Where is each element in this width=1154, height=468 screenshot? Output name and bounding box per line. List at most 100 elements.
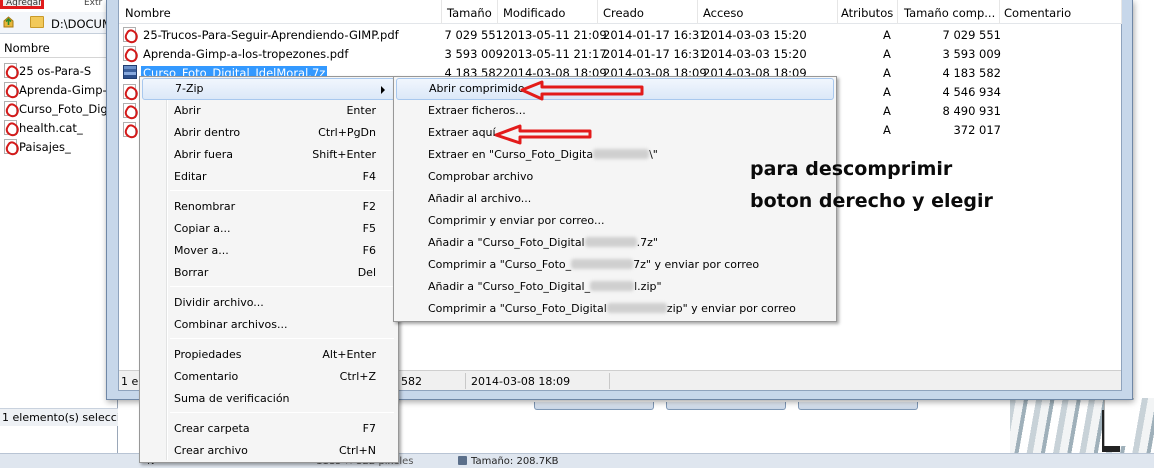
- file-modified: 2013-05-11 21:17: [503, 47, 607, 61]
- menu-item-label: Crear carpeta: [174, 422, 250, 435]
- column-header-4[interactable]: Acceso: [703, 6, 743, 20]
- column-header-6[interactable]: Tamaño comp...: [904, 6, 995, 20]
- submenu-item-2[interactable]: Extraer aquí: [396, 122, 834, 144]
- menu-item-editar[interactable]: Editar F4: [142, 166, 396, 188]
- submenu-item-9[interactable]: Añadir a "Curso_Foto_Digital_ l.zip": [396, 276, 834, 298]
- file-created: 2014-01-17 16:31: [603, 28, 707, 42]
- background-file-row[interactable]: Aprenda-Gimp-a: [0, 80, 118, 99]
- status-date: 2014-03-08 18:09: [471, 375, 571, 388]
- column-header-row: Nombre Tamaño Modificado Creado Acceso Atribu…: [119, 0, 1122, 24]
- background-scrollbar[interactable]: [1104, 400, 1134, 446]
- column-header-3[interactable]: Creado: [603, 6, 644, 20]
- column-header-0[interactable]: Nombre: [125, 6, 171, 20]
- column-header-1[interactable]: Tamaño: [447, 6, 492, 20]
- background-file-row[interactable]: Curso_Foto_Digit: [0, 99, 118, 118]
- submenu-item-label: Comprimir a "Curso_Foto_ 7z" y enviar por…: [428, 254, 759, 276]
- pdf-file-icon: [123, 122, 136, 137]
- file-packed-size: 8 490 931: [942, 104, 1001, 118]
- submenu-item-8[interactable]: Comprimir a "Curso_Foto_ 7z" y enviar por…: [396, 254, 834, 276]
- menu-item-combinar-archivos[interactable]: Combinar archivos...: [142, 314, 396, 336]
- submenu-arrow-icon: [381, 86, 385, 94]
- menu-item-label: Crear archivo: [174, 444, 248, 457]
- file-size: 3 593 009: [444, 47, 503, 61]
- submenu-item-label: Añadir a "Curso_Foto_Digital .7z": [428, 232, 658, 254]
- pdf-file-icon: [4, 139, 17, 154]
- menu-item-copiar-a[interactable]: Copiar a... F5: [142, 218, 396, 240]
- menu-item-shortcut: F4: [362, 170, 376, 183]
- file-name: Aprenda-Gimp-a-los-tropezones.pdf: [143, 47, 349, 61]
- menu-item-shortcut: Ctrl+PgDn: [318, 126, 376, 139]
- background-status-bar: 1 elemento(s) seleccionado: [0, 408, 118, 426]
- background-file-row[interactable]: health.cat_: [0, 118, 118, 137]
- menu-item-label: Dividir archivo...: [174, 296, 264, 309]
- path-field[interactable]: D:\DOCUM: [51, 17, 112, 31]
- menu-item-abrir-dentro[interactable]: Abrir dentro Ctrl+PgDn: [142, 122, 396, 144]
- column-header-2[interactable]: Modificado: [503, 6, 565, 20]
- agregar-button[interactable]: Agregar: [0, 0, 44, 9]
- redacted-text: [590, 281, 635, 291]
- file-packed-size: 4 546 934: [942, 85, 1001, 99]
- background-file-row[interactable]: Paisajes_: [0, 137, 118, 156]
- menu-item-shortcut: Del: [357, 266, 376, 279]
- status-size: 582: [401, 375, 422, 388]
- submenu-label-end: 7z" y enviar por correo: [633, 258, 760, 271]
- file-packed-size: 3 593 009: [942, 47, 1001, 61]
- submenu-item-10[interactable]: Comprimir a "Curso_Foto_Digital zip" y en…: [396, 298, 834, 320]
- menu-item-7-zip[interactable]: 7-Zip: [142, 78, 396, 100]
- file-accessed: 2014-03-03 15:20: [703, 28, 807, 42]
- submenu-item-1[interactable]: Extraer ficheros...: [396, 100, 834, 122]
- background-file-name: health.cat_: [19, 120, 83, 135]
- red-arrow-abrir-comprimido: [520, 80, 644, 101]
- menu-item-comentario[interactable]: Comentario Ctrl+Z: [142, 366, 396, 388]
- submenu-item-label: Añadir a "Curso_Foto_Digital_ l.zip": [428, 276, 662, 298]
- menu-item-crear-carpeta[interactable]: Crear carpeta F7: [142, 418, 396, 440]
- menu-item-shortcut: Enter: [346, 104, 376, 117]
- extraer-button[interactable]: Extr: [84, 0, 102, 8]
- submenu-item-label: Comprimir a "Curso_Foto_Digital zip" y en…: [428, 298, 796, 320]
- menu-item-abrir-fuera[interactable]: Abrir fuera Shift+Enter: [142, 144, 396, 166]
- menu-item-renombrar[interactable]: Renombrar F2: [142, 196, 396, 218]
- menu-item-label: Abrir dentro: [174, 126, 241, 139]
- menu-item-borrar[interactable]: Borrar Del: [142, 262, 396, 284]
- file-packed-size: 372 017: [953, 123, 1001, 137]
- menu-item-shortcut: F6: [362, 244, 376, 257]
- submenu-label-end: .7z": [636, 236, 658, 249]
- menu-item-label: Renombrar: [174, 200, 236, 213]
- menu-item-label: Suma de verificación: [174, 392, 290, 405]
- menu-item-mover-a[interactable]: Mover a... F6: [142, 240, 396, 262]
- file-attributes: A: [883, 104, 891, 118]
- menu-item-shortcut: F7: [362, 422, 376, 435]
- pdf-file-icon: [4, 82, 17, 97]
- column-header-7[interactable]: Comentario: [1004, 6, 1071, 20]
- pdf-file-icon: [123, 103, 136, 118]
- background-button-row: [534, 400, 930, 410]
- background-file-name: Aprenda-Gimp-a: [19, 82, 114, 97]
- menu-item-shortcut: F2: [362, 200, 376, 213]
- menu-item-suma-de-verificaci-n[interactable]: Suma de verificación: [142, 388, 396, 410]
- menu-item-abrir[interactable]: Abrir Enter: [142, 100, 396, 122]
- menu-item-propiedades[interactable]: Propiedades Alt+Enter: [142, 344, 396, 366]
- menu-item-label: Comentario: [174, 370, 239, 383]
- menu-item-label: Mover a...: [174, 244, 229, 257]
- submenu-item-7[interactable]: Añadir a "Curso_Foto_Digital .7z": [396, 232, 834, 254]
- column-header-5[interactable]: Atributos: [841, 6, 893, 20]
- file-row[interactable]: Aprenda-Gimp-a-los-tropezones.pdf 3 593 0…: [119, 44, 1121, 63]
- submenu-item-label: Extraer en "Curso_Foto_Digita \": [428, 144, 658, 166]
- background-file-row[interactable]: 25 os-Para-S: [0, 61, 118, 80]
- annotation-line-2: boton derecho y elegir: [750, 190, 993, 212]
- file-row[interactable]: 25-Trucos-Para-Seguir-Aprendiendo-GIMP.p…: [119, 25, 1121, 44]
- submenu-item-label: Añadir al archivo...: [428, 192, 532, 205]
- submenu-item-6[interactable]: Comprimir y enviar por correo...: [396, 210, 834, 232]
- pdf-file-icon: [4, 63, 17, 78]
- submenu-label-start: Añadir a "Curso_Foto_Digital_: [428, 280, 591, 293]
- up-folder-icon[interactable]: [3, 16, 14, 28]
- image-size: Tamaño: 208.7KB: [458, 456, 559, 467]
- file-modified: 2013-05-11 21:09: [503, 28, 607, 42]
- submenu-item-label: Abrir comprimido: [429, 82, 525, 95]
- file-attributes: A: [883, 123, 891, 137]
- menu-item-dividir-archivo[interactable]: Dividir archivo...: [142, 292, 396, 314]
- background-explorer: Agregar Extr D:\DOCUM Nombre 25 os-Para-…: [0, 0, 118, 468]
- menu-item-crear-archivo[interactable]: Crear archivo Ctrl+N: [142, 440, 396, 462]
- save-icon: [458, 456, 467, 465]
- column-header-nombre[interactable]: Nombre: [0, 38, 118, 58]
